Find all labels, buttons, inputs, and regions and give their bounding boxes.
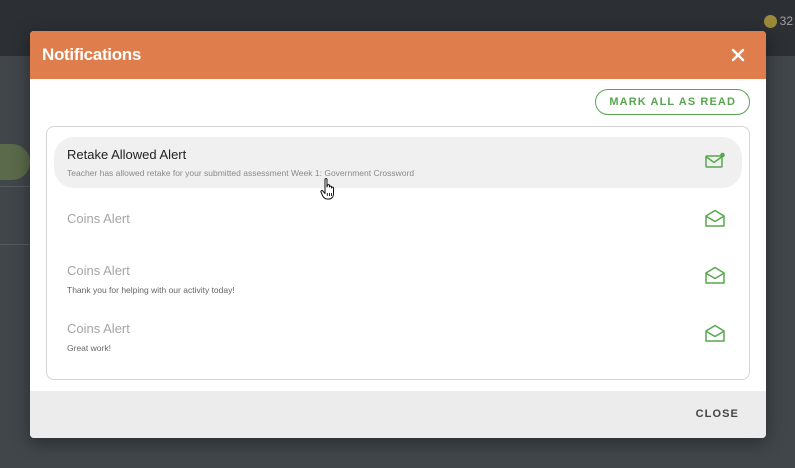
- notifications-modal: Notifications MARK ALL AS READ Retake Al…: [30, 31, 766, 438]
- close-button[interactable]: CLOSE: [696, 408, 739, 420]
- envelope-open-icon[interactable]: [705, 324, 725, 342]
- background-divider: [0, 186, 30, 187]
- coin-balance: 32: [763, 14, 793, 28]
- notification-item[interactable]: Coins Alert: [54, 199, 742, 239]
- notification-title: Coins Alert: [67, 263, 130, 278]
- modal-header: Notifications: [30, 31, 766, 79]
- close-icon[interactable]: [728, 45, 748, 65]
- coin-icon: [763, 14, 777, 28]
- modal-title: Notifications: [42, 45, 142, 64]
- notification-list: Retake Allowed Alert Teacher has allowed…: [46, 126, 750, 380]
- notification-item[interactable]: Coins Alert Great work!: [54, 311, 742, 359]
- notification-item[interactable]: Retake Allowed Alert Teacher has allowed…: [54, 137, 742, 188]
- background-divider: [0, 244, 30, 245]
- notification-message: Teacher has allowed retake for your subm…: [67, 168, 415, 178]
- modal-footer: CLOSE: [30, 391, 766, 438]
- envelope-closed-unread-icon[interactable]: [705, 152, 725, 170]
- background-avatar: [0, 144, 30, 180]
- coin-count: 32: [779, 14, 793, 28]
- envelope-open-icon[interactable]: [705, 266, 725, 284]
- notification-title: Coins Alert: [67, 211, 130, 226]
- notification-title: Retake Allowed Alert: [67, 147, 187, 162]
- notification-message: Great work!: [67, 343, 111, 353]
- mark-all-as-read-button[interactable]: MARK ALL AS READ: [595, 89, 750, 115]
- notification-item[interactable]: Coins Alert Thank you for helping with o…: [54, 253, 742, 301]
- envelope-open-icon[interactable]: [705, 209, 725, 227]
- notification-title: Coins Alert: [67, 321, 130, 336]
- hand-cursor-icon: [320, 178, 334, 200]
- notification-message: Thank you for helping with our activity …: [67, 285, 235, 295]
